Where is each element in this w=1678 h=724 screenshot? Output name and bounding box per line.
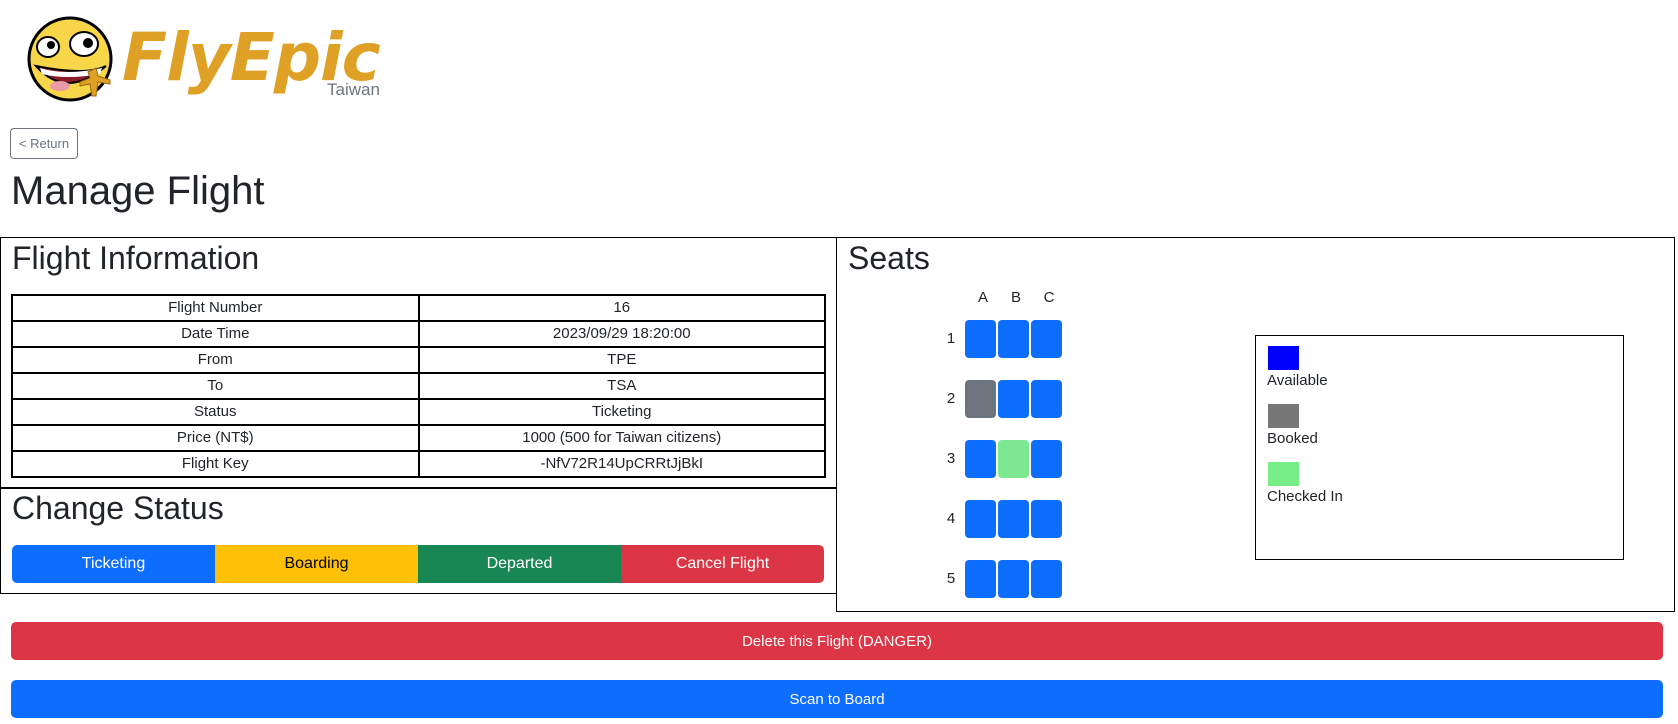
trollface-airplane-logo-icon (27, 16, 113, 102)
seat-2A[interactable] (965, 380, 996, 418)
brand-region: Taiwan (327, 80, 380, 99)
seat-row-label: 4 (946, 510, 956, 527)
seat-column-label: A (977, 289, 988, 306)
legend-label-booked: Booked (1267, 430, 1318, 447)
return-button[interactable]: < Return (10, 128, 78, 159)
seat-3C[interactable] (1031, 440, 1062, 478)
info-value: -NfV72R14UpCRRtJjBkI (417, 450, 826, 478)
legend-swatch-available (1268, 346, 1299, 370)
seat-legend: Available Booked Checked In (1255, 335, 1624, 560)
info-label: To (11, 372, 420, 400)
change-status-panel: Change Status Ticketing Boarding Departe… (0, 487, 837, 594)
table-row: Flight Key -NfV72R14UpCRRtJjBkI (11, 450, 826, 478)
seat-row-label: 1 (946, 330, 956, 347)
seat-1B[interactable] (998, 320, 1029, 358)
boarding-button[interactable]: Boarding (215, 545, 418, 583)
seat-1C[interactable] (1031, 320, 1062, 358)
info-label: Status (11, 398, 420, 426)
info-value: Ticketing (417, 398, 826, 426)
seat-1A[interactable] (965, 320, 996, 358)
change-status-title: Change Status (12, 490, 224, 526)
table-row: Flight Number 16 (11, 294, 826, 322)
departed-button[interactable]: Departed (418, 545, 621, 583)
legend-label-checked-in: Checked In (1267, 488, 1343, 505)
seat-5C[interactable] (1031, 560, 1062, 598)
page-title: Manage Flight (11, 169, 265, 213)
status-button-group: Ticketing Boarding Departed Cancel Fligh… (12, 545, 824, 583)
cancel-flight-button[interactable]: Cancel Flight (621, 545, 824, 583)
table-row: From TPE (11, 346, 826, 374)
info-label: Price (NT$) (11, 424, 420, 452)
seat-5B[interactable] (998, 560, 1029, 598)
seat-2C[interactable] (1031, 380, 1062, 418)
seat-2B[interactable] (998, 380, 1029, 418)
seat-4C[interactable] (1031, 500, 1062, 538)
table-row: Date Time 2023/09/29 18:20:00 (11, 320, 826, 348)
flight-info-panel: Flight Information Flight Number 16 Date T… (0, 237, 837, 489)
seats-panel: Seats A B C 1 2 3 4 5 Available Booked Check… (836, 237, 1675, 612)
seat-row-label: 3 (946, 450, 956, 467)
seat-column-label: B (1010, 289, 1021, 306)
flight-info-title: Flight Information (12, 240, 260, 276)
seat-3B[interactable] (998, 440, 1029, 478)
seat-column-label: C (1043, 289, 1055, 306)
legend-label-available: Available (1267, 372, 1328, 389)
info-label: Date Time (11, 320, 420, 348)
table-row: Status Ticketing (11, 398, 826, 426)
seat-5A[interactable] (965, 560, 996, 598)
seat-row-label: 5 (946, 570, 956, 587)
info-value: 1000 (500 for Taiwan citizens) (417, 424, 826, 452)
info-label: Flight Number (11, 294, 420, 322)
brand-logo: FlyEpic Taiwan (26, 14, 386, 104)
delete-flight-button[interactable]: Delete this Flight (DANGER) (11, 622, 1663, 660)
info-value: 16 (417, 294, 826, 322)
info-label: From (11, 346, 420, 374)
seat-row-label: 2 (946, 390, 956, 407)
info-value: TSA (417, 372, 826, 400)
info-value: TPE (417, 346, 826, 374)
table-row: To TSA (11, 372, 826, 400)
seat-4A[interactable] (965, 500, 996, 538)
legend-swatch-checked-in (1268, 462, 1299, 486)
scan-to-board-button[interactable]: Scan to Board (11, 680, 1663, 718)
flight-info-table: Flight Number 16 Date Time 2023/09/29 18:20… (11, 294, 826, 478)
table-row: Price (NT$) 1000 (500 for Taiwan citizens… (11, 424, 826, 452)
info-label: Flight Key (11, 450, 420, 478)
seat-4B[interactable] (998, 500, 1029, 538)
seat-3A[interactable] (965, 440, 996, 478)
legend-swatch-booked (1268, 404, 1299, 428)
ticketing-button[interactable]: Ticketing (12, 545, 215, 583)
seats-title: Seats (848, 240, 930, 276)
info-value: 2023/09/29 18:20:00 (417, 320, 826, 348)
